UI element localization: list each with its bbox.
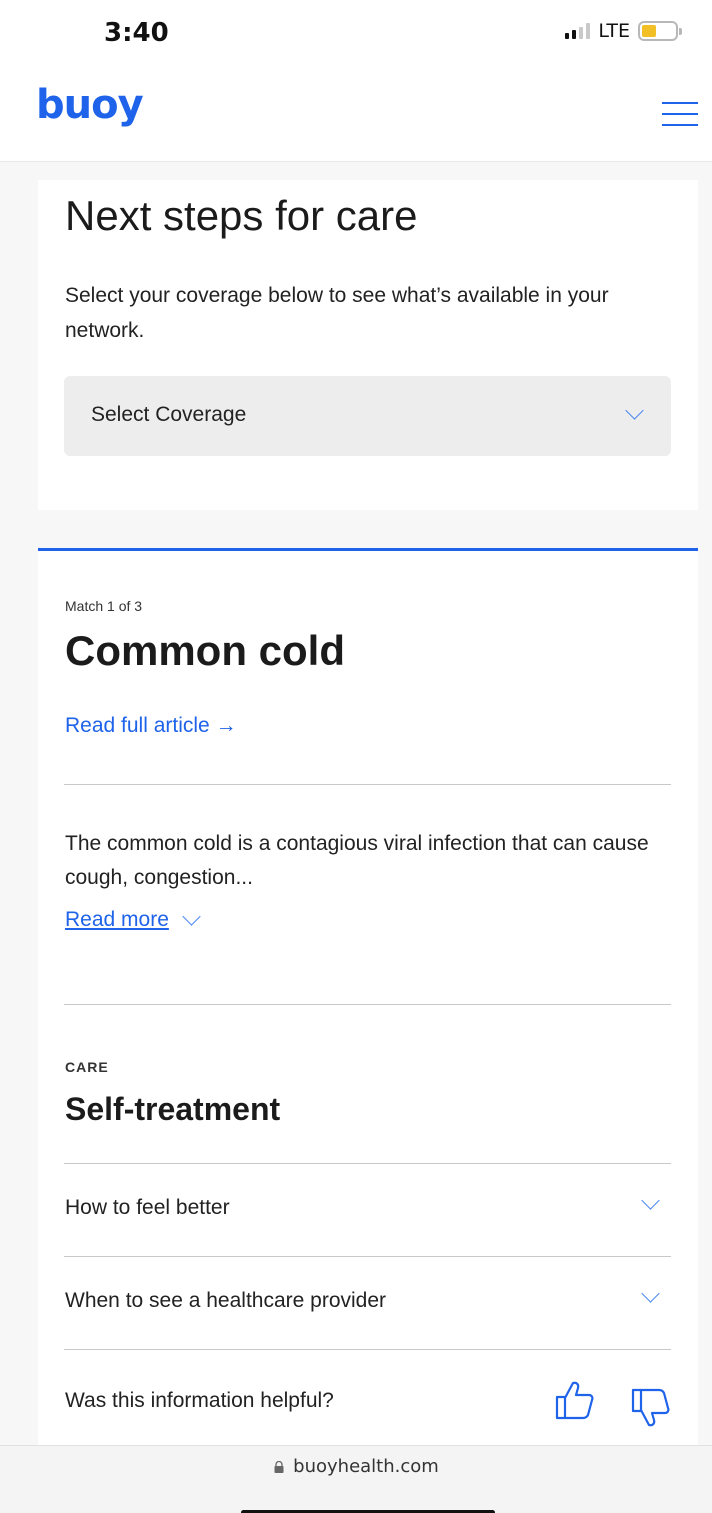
chevron-down-icon [182,906,201,926]
hamburger-menu-icon[interactable] [662,102,698,128]
condition-title: Common cold [65,627,345,674]
next-steps-card: Next steps for care Select your coverage… [38,180,698,510]
browser-address-bar[interactable]: buoyhealth.com [0,1445,712,1513]
divider [64,1349,671,1350]
coverage-select-value: Select Coverage [91,403,247,426]
chevron-down-icon [641,1284,660,1303]
care-tag: CARE [65,1059,109,1075]
url-display[interactable]: buoyhealth.com [0,1456,712,1477]
coverage-select[interactable]: Select Coverage [64,376,671,456]
battery-icon [638,21,682,41]
buoy-logo[interactable]: buoy [36,82,144,128]
condition-match-card: Match 1 of 3 Common cold Read full artic… [38,548,698,1458]
next-steps-description: Select your coverage below to see what’s… [65,284,609,342]
read-full-article-link[interactable]: Read full article → [65,714,237,738]
divider [64,784,671,785]
read-more-label: Read more [65,908,169,931]
chevron-down-icon [625,401,644,420]
site-header: buoy [0,68,712,162]
signal-icon [565,23,591,39]
accordion-label: How to feel better [65,1196,230,1219]
match-count: Match 1 of 3 [65,598,143,614]
feedback-question: Was this information helpful? [65,1389,334,1412]
thumbs-down-icon[interactable] [630,1387,670,1429]
accordion-how-to-feel-better[interactable]: How to feel better [64,1164,671,1256]
accordion-label: When to see a healthcare provider [65,1289,387,1312]
status-bar: 3:40 LTE [0,0,712,68]
condition-summary: The common cold is a contagious viral in… [65,832,649,889]
care-type-title: Self-treatment [65,1091,281,1127]
network-label: LTE [598,20,630,42]
divider [64,1004,671,1005]
url-text: buoyhealth.com [293,1456,439,1477]
status-time: 3:40 [104,18,169,48]
lock-icon [274,1461,284,1473]
status-indicators: LTE [565,20,682,42]
thumbs-up-icon[interactable] [554,1379,594,1421]
read-more-link[interactable]: Read more [65,906,201,932]
accordion-when-to-see-provider[interactable]: When to see a healthcare provider [64,1257,671,1349]
chevron-down-icon [641,1191,660,1210]
next-steps-title: Next steps for care [65,192,418,239]
